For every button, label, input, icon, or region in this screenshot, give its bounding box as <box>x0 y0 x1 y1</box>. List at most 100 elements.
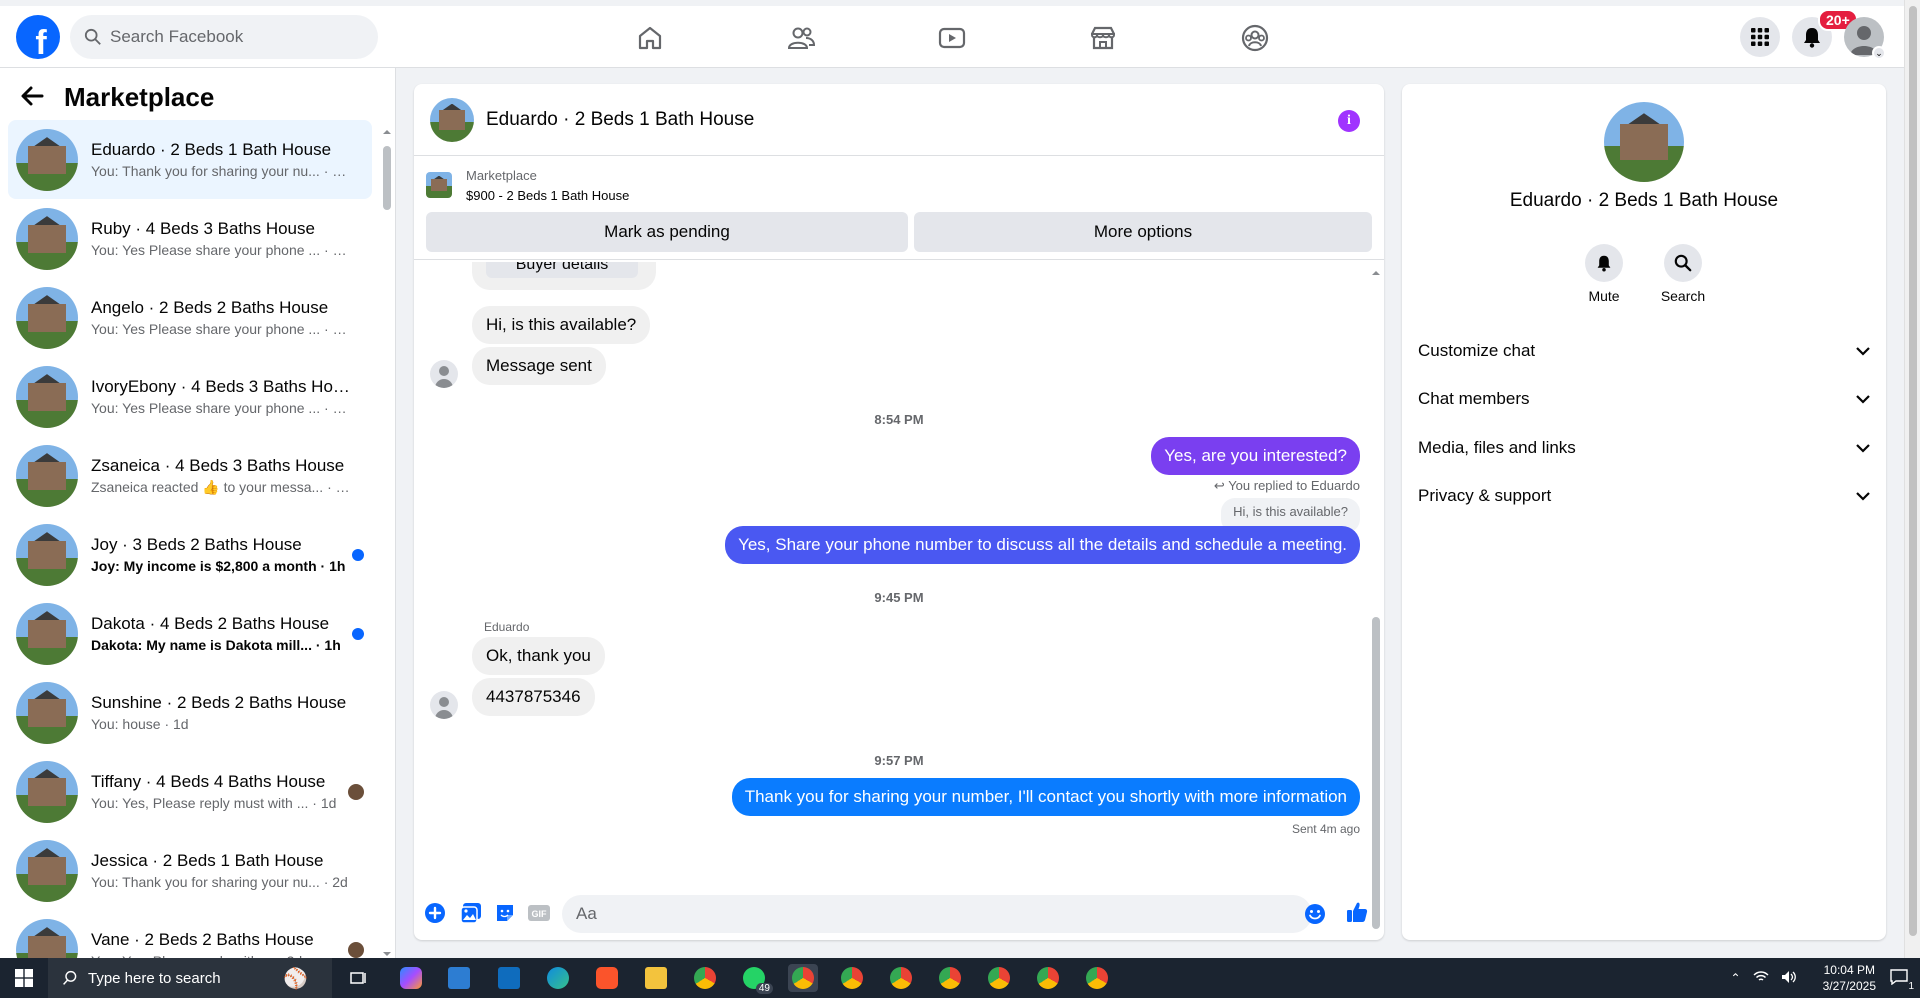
conversation-item[interactable]: Eduardo · 2 Beds 1 Bath House You: Thank … <box>8 120 372 199</box>
info-icon[interactable]: i <box>1338 110 1360 132</box>
chat-scrollbar[interactable] <box>1372 269 1380 929</box>
conversation-name: Sunshine · 2 Beds 2 Baths House <box>91 692 347 712</box>
conversation-name: Tiffany · 4 Beds 4 Baths House <box>91 771 326 791</box>
scroll-up-icon[interactable] <box>383 128 391 136</box>
scrollbar-thumb[interactable] <box>1909 6 1917 936</box>
taskbar-clock[interactable]: 10:04 PM 3/27/2025 <box>1823 962 1876 994</box>
photo-icon[interactable] <box>458 900 484 926</box>
message-incoming[interactable]: Hi, is this available? <box>472 306 651 344</box>
menu-grid-icon[interactable] <box>1740 17 1780 57</box>
privacy-support-section[interactable]: Privacy & support <box>1418 476 1870 516</box>
facebook-search[interactable] <box>70 15 378 59</box>
video-icon[interactable] <box>930 16 974 60</box>
conversation-name: Eduardo · 2 Beds 1 Bath House <box>91 139 332 159</box>
chrome-icon[interactable] <box>886 964 916 992</box>
message-incoming[interactable]: Message sent <box>472 347 606 385</box>
system-tray: ⌃ 10:04 PM 3/27/2025 1 <box>1731 958 1920 998</box>
brave-icon[interactable] <box>592 964 622 992</box>
conversation-item[interactable]: Sunshine · 2 Beds 2 Baths House You: hous… <box>8 673 372 752</box>
search-in-conversation-button[interactable]: Search <box>1643 244 1723 304</box>
mark-as-pending-button[interactable]: Mark as pending <box>426 212 908 252</box>
media-files-links-section[interactable]: Media, files and links <box>1418 428 1870 468</box>
conversation-item[interactable]: Vane · 2 Beds 2 Baths House You: Yes, Ple… <box>8 910 372 958</box>
back-arrow-icon[interactable] <box>20 85 44 111</box>
message-incoming[interactable]: 4437875346 <box>472 678 595 716</box>
conversation-item[interactable]: Zsaneica · 4 Beds 3 Baths House Zsaneica … <box>8 436 372 515</box>
volume-icon[interactable] <box>1781 970 1797 987</box>
details-avatar[interactable] <box>1604 102 1684 182</box>
chrome-icon[interactable] <box>1082 964 1112 992</box>
search-icon <box>63 970 77 985</box>
network-icon[interactable] <box>1753 970 1769 986</box>
chrome-icon[interactable] <box>837 964 867 992</box>
buyer-details-button[interactable]: Buyer details <box>486 262 638 278</box>
outlook-icon[interactable] <box>494 964 524 992</box>
task-view-icon[interactable] <box>344 964 374 992</box>
file-explorer-icon[interactable] <box>641 964 671 992</box>
sidebar-scrollbar[interactable] <box>383 128 391 958</box>
listing-price[interactable]: $900 - 2 Beds 1 Bath House <box>466 188 629 203</box>
facebook-logo[interactable]: f <box>16 15 60 59</box>
conversation-time: 1h <box>329 557 346 574</box>
edge-icon[interactable] <box>543 964 573 992</box>
taskbar-search[interactable]: Type here to search ⚾ <box>48 958 332 998</box>
scroll-up-icon[interactable] <box>1372 269 1380 277</box>
whatsapp-icon[interactable]: 49 <box>739 964 773 994</box>
copilot-icon[interactable] <box>396 964 426 992</box>
message-outgoing[interactable]: Thank you for sharing your number, I'll … <box>731 778 1360 816</box>
chrome-icon[interactable] <box>690 964 720 992</box>
conversation-item[interactable]: Jessica · 2 Beds 1 Bath House You: Thank … <box>8 831 372 910</box>
chat-members-section[interactable]: Chat members <box>1418 379 1870 419</box>
chevron-down-icon <box>1856 491 1870 501</box>
home-icon[interactable] <box>628 16 672 60</box>
chrome-icon[interactable] <box>788 964 818 992</box>
message-outgoing[interactable]: Yes, Share your phone number to discuss … <box>725 526 1360 564</box>
scrollbar-thumb[interactable] <box>1372 617 1380 929</box>
chrome-icon[interactable] <box>1033 964 1063 992</box>
conversation-name: IvoryEbony · 4 Beds 3 Baths Hou... <box>91 376 351 396</box>
windows-start-icon[interactable] <box>0 958 48 998</box>
conversation-item[interactable]: Angelo · 2 Beds 2 Baths House You: Yes Pl… <box>8 278 372 357</box>
sticker-icon[interactable] <box>492 900 518 926</box>
conversation-time: 1d <box>320 794 337 811</box>
listing-thumbnail[interactable] <box>426 172 452 198</box>
marketplace-icon[interactable] <box>1081 16 1125 60</box>
microsoft-store-icon[interactable] <box>444 964 474 992</box>
chat-avatar[interactable] <box>430 97 474 142</box>
chevron-up-icon[interactable]: ⌃ <box>1731 971 1741 985</box>
listing-card-message: Buyer details <box>472 262 656 290</box>
more-options-button[interactable]: More options <box>914 212 1372 252</box>
message-incoming[interactable]: Ok, thank you <box>472 637 605 675</box>
friends-icon[interactable] <box>779 16 823 60</box>
thumbs-up-icon[interactable] <box>1344 899 1370 925</box>
conversation-item[interactable]: IvoryEbony · 4 Beds 3 Baths Hou... You: Y… <box>8 357 372 436</box>
message-outgoing[interactable]: Yes, are you interested? <box>1151 437 1360 475</box>
chat-title[interactable]: Eduardo · 2 Beds 1 Bath House <box>486 109 754 131</box>
search-input[interactable] <box>110 27 350 47</box>
listing-thumbnail <box>16 365 78 428</box>
listing-thumbnail <box>16 760 78 823</box>
page-title: Marketplace <box>64 82 215 112</box>
notification-center-icon[interactable]: 1 <box>1890 968 1914 992</box>
message-input[interactable] <box>562 895 1312 933</box>
conversation-preview: You: Yes Please share your phone ... · 1… <box>91 319 351 339</box>
conversation-item[interactable]: Joy · 3 Beds 2 Baths House Joy: My income… <box>8 515 372 594</box>
chevron-down-icon[interactable]: ⌄ <box>1872 46 1886 60</box>
chrome-icon[interactable] <box>935 964 965 992</box>
conversation-preview: Dakota: My name is Dakota mill... · 1h <box>91 636 341 653</box>
scrollbar-thumb[interactable] <box>383 146 391 210</box>
chrome-icon[interactable] <box>984 964 1014 992</box>
conversation-item[interactable]: Ruby · 4 Beds 3 Baths House You: Yes Plea… <box>8 199 372 278</box>
conversation-list: Eduardo · 2 Beds 1 Bath House You: Thank … <box>8 120 372 958</box>
scroll-down-icon[interactable] <box>383 950 391 958</box>
groups-icon[interactable] <box>1233 16 1277 60</box>
window-scrollbar[interactable] <box>1904 0 1920 958</box>
customize-chat-section[interactable]: Customize chat <box>1418 331 1870 371</box>
top-navigation-bar: f 20+ ⌄ <box>0 0 1904 68</box>
emoji-icon[interactable] <box>1302 901 1328 927</box>
gif-icon[interactable]: GIF <box>526 900 552 926</box>
conversation-item[interactable]: Tiffany · 4 Beds 4 Baths House You: Yes, … <box>8 752 372 831</box>
add-icon[interactable] <box>422 900 448 926</box>
conversation-item[interactable]: Dakota · 4 Beds 2 Baths House Dakota: My … <box>8 594 372 673</box>
mute-button[interactable]: Mute <box>1564 244 1644 304</box>
